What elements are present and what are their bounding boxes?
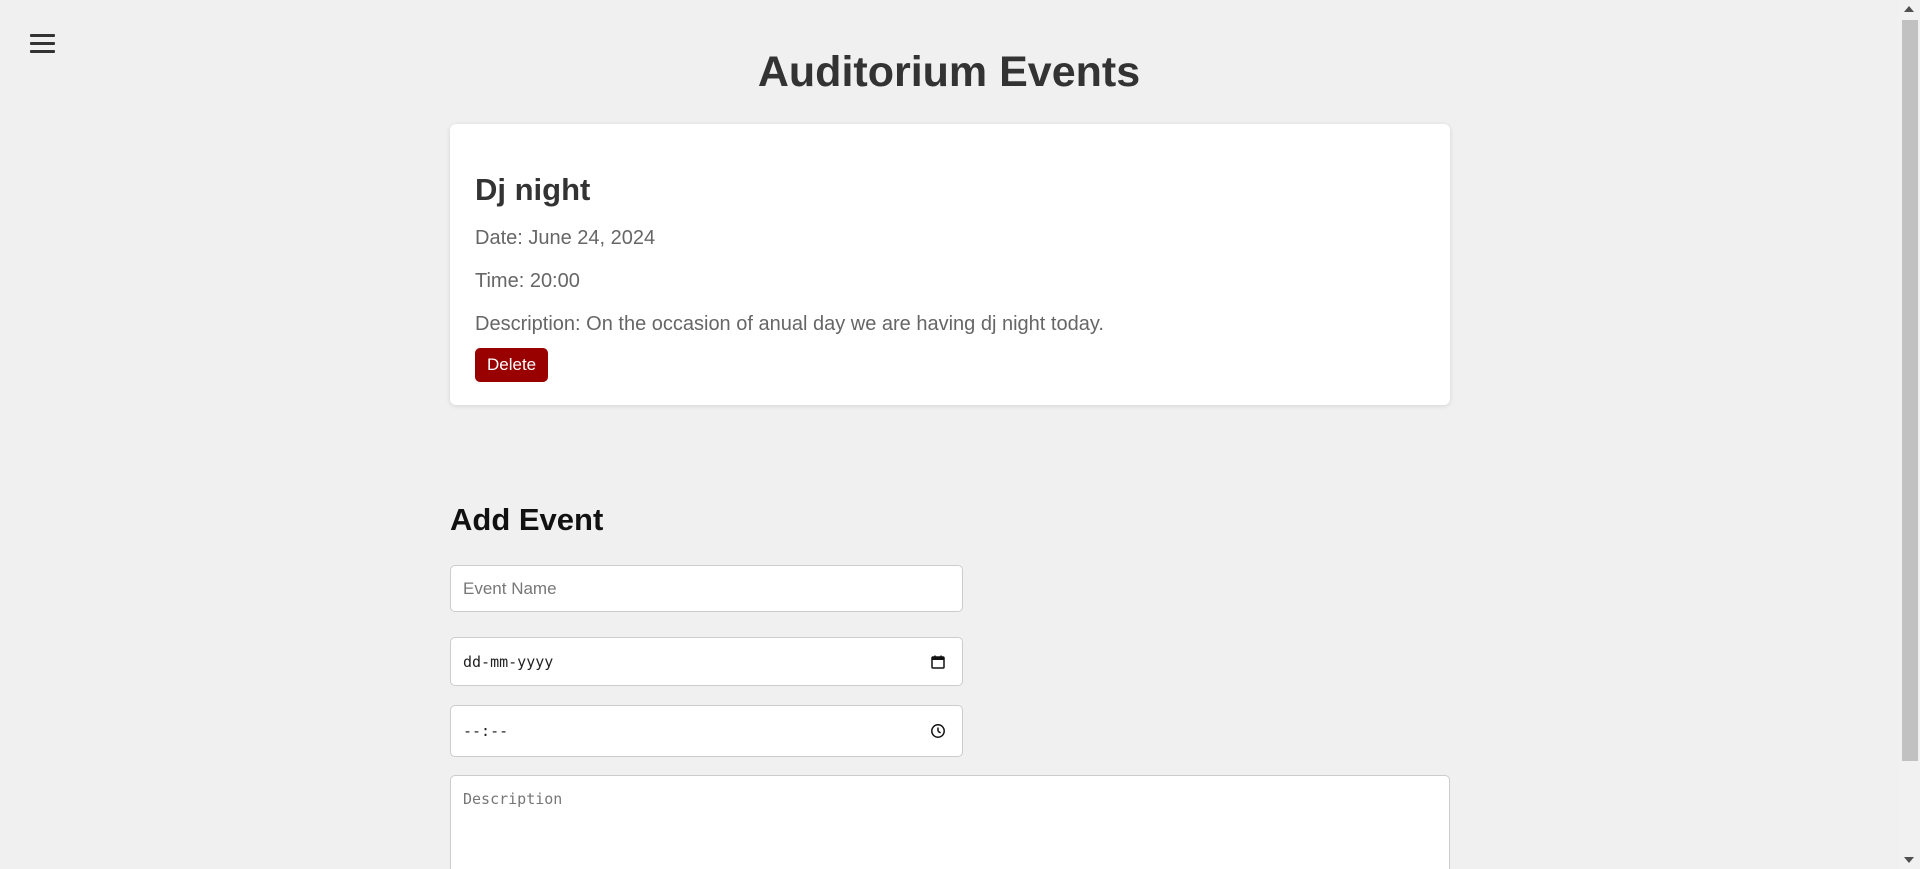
event-card: Dj night Date: June 24, 2024 Time: 20:00… — [450, 124, 1450, 405]
scroll-up-arrow-icon[interactable] — [1904, 6, 1914, 12]
event-name-placeholder: Event Name — [463, 578, 557, 598]
add-event-heading: Add Event — [450, 502, 604, 537]
page: Auditorium Events Dj night Date: June 24… — [0, 0, 1920, 869]
event-description: Description: On the occasion of anual da… — [475, 313, 1104, 335]
event-description-placeholder: Description — [463, 790, 563, 808]
menu-bar-middle — [30, 42, 55, 45]
event-date-input[interactable]: dd-mm-yyyy — [450, 637, 963, 686]
delete-event-button[interactable]: Delete — [475, 348, 549, 382]
event-name-input[interactable]: Event Name — [450, 565, 963, 612]
event-time-input[interactable]: --:-- — [450, 705, 963, 757]
scrollbar-thumb[interactable] — [1902, 20, 1918, 761]
vertical-scrollbar[interactable] — [1898, 0, 1920, 869]
calendar-icon[interactable] — [930, 654, 946, 670]
event-time-placeholder: --:-- — [463, 722, 509, 740]
menu-bar-top — [30, 34, 55, 37]
page-title: Auditorium Events — [757, 48, 1141, 96]
clock-icon[interactable] — [930, 723, 946, 739]
event-description-textarea[interactable]: Description — [450, 775, 1450, 869]
scroll-down-arrow-icon[interactable] — [1904, 857, 1914, 863]
event-date-placeholder: dd-mm-yyyy — [463, 652, 554, 671]
event-time: Time: 20:00 — [475, 270, 580, 292]
event-date: Date: June 24, 2024 — [475, 227, 656, 249]
event-title: Dj night — [475, 172, 591, 207]
